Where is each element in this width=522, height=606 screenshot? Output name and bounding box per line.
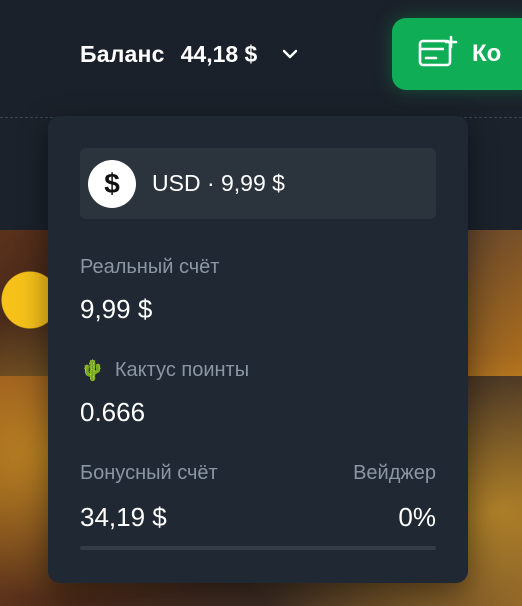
balance-label: Баланс [80,40,165,67]
real-account-label: Реальный счёт [80,256,220,278]
balance-dropdown-toggle[interactable]: Баланс 44,18 $ [80,34,301,74]
currency-selector[interactable]: $ USD · 9,99 $ [80,148,436,219]
dollar-coin-icon: $ [88,159,136,208]
balance-dropdown-panel: $ USD · 9,99 $ Реальный счёт 9,99 $ 🌵 Ка… [48,116,468,583]
cactus-icon: 🌵 [80,360,105,382]
balance-value: 44,18 $ [180,40,258,67]
bonus-account-label: Бонусный счёт [80,462,218,484]
bonus-account-value: 34,19 $ [80,502,167,532]
cactus-points-row: 🌵 Кактус поинты [80,358,249,383]
chevron-down-icon [279,43,301,65]
cactus-points-label: Кактус поинты [114,359,250,381]
wager-value: 0% [398,502,436,532]
real-account-value: 9,99 $ [80,294,153,324]
wallet-button-label: Ко [472,40,502,67]
wallet-button[interactable]: Ко [392,18,522,90]
cactus-points-value: 0.666 [80,397,146,427]
wager-label: Вейджер [353,462,436,484]
currency-text: USD · 9,99 $ [152,170,285,196]
wager-progress-bar [80,546,436,550]
wallet-add-icon [418,35,458,74]
